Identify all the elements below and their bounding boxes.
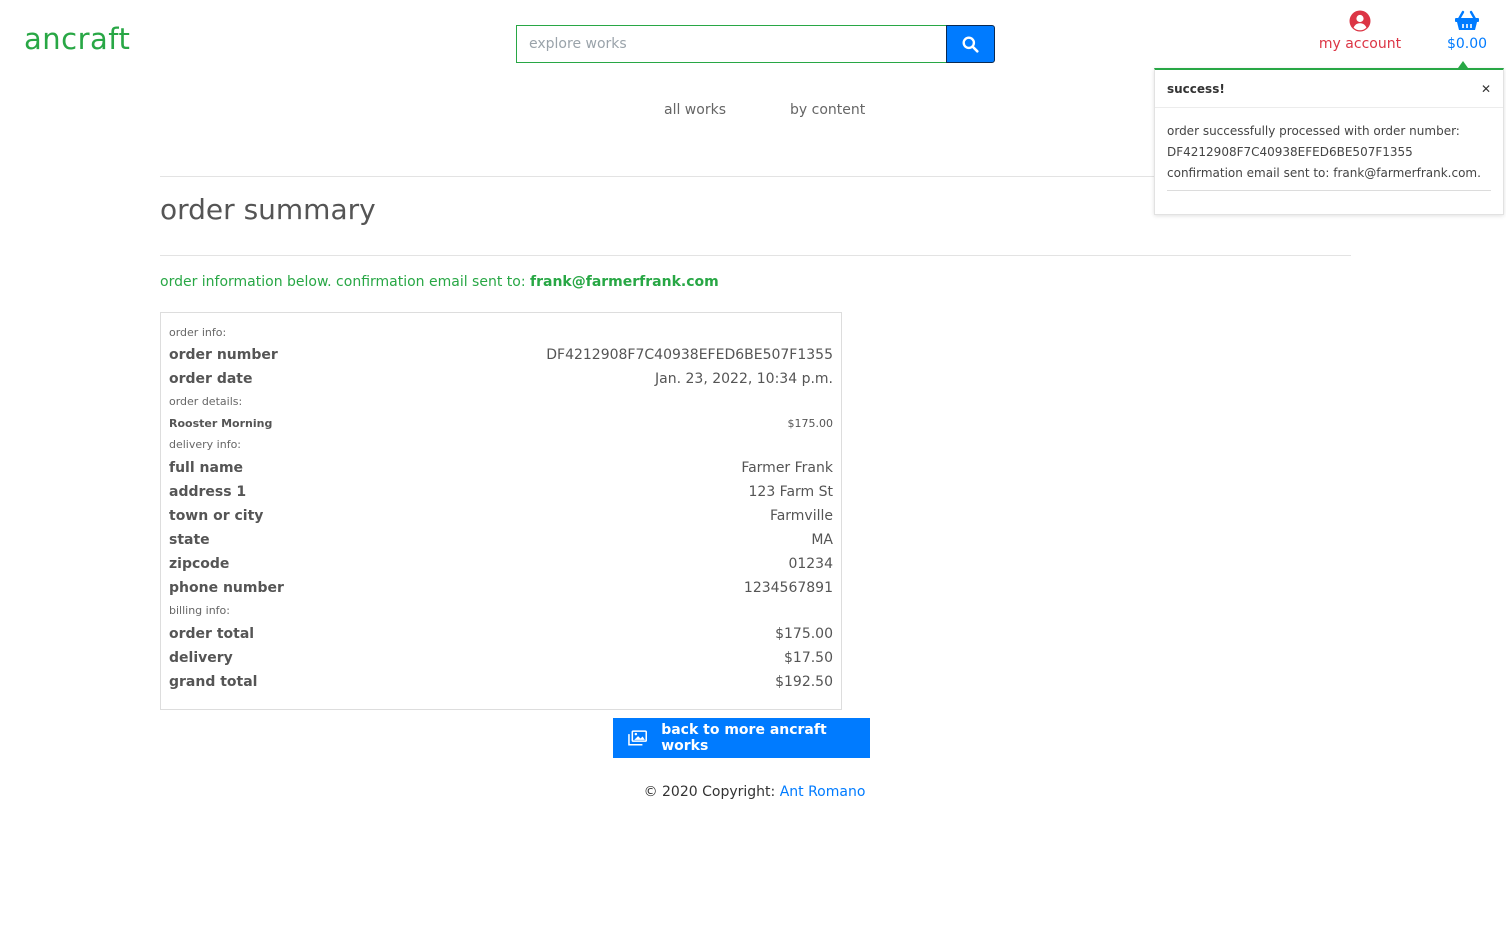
town-label: town or city <box>169 508 264 524</box>
section-label-order-info: order info: <box>169 326 227 339</box>
state-row: state MA <box>169 528 833 552</box>
nav-by-content[interactable]: by content <box>790 102 865 118</box>
grand-total-row: grand total $192.50 <box>169 670 833 694</box>
zipcode-label: zipcode <box>169 556 230 572</box>
toast-arrow <box>1458 61 1468 68</box>
section-label-delivery-info: delivery info: <box>169 438 242 451</box>
state-value: MA <box>811 532 833 548</box>
back-to-works-label: back to more ancraft works <box>661 722 827 754</box>
phone-row: phone number 1234567891 <box>169 576 833 600</box>
confirmation-email: frank@farmerfrank.com <box>530 274 719 290</box>
order-number-value: DF4212908F7C40938EFED6BE507F1355 <box>546 347 833 363</box>
cart-link[interactable]: $0.00 <box>1440 10 1494 52</box>
toast-email-line: confirmation email sent to: frank@farmer… <box>1167 166 1481 180</box>
user-circle-icon <box>1349 10 1371 32</box>
cart-total: $0.00 <box>1446 36 1488 52</box>
toast-order-number: DF4212908F7C40938EFED6BE507F1355 <box>1167 145 1413 159</box>
my-account-label: my account <box>1318 36 1402 52</box>
delivery-label: delivery <box>169 650 233 666</box>
order-total-label: order total <box>169 626 255 642</box>
zipcode-value: 01234 <box>788 556 833 572</box>
author-link[interactable]: Ant Romano <box>780 784 866 800</box>
phone-value: 1234567891 <box>743 580 833 596</box>
search-input[interactable] <box>516 25 946 63</box>
state-label: state <box>169 532 210 548</box>
back-to-works-button[interactable]: back to more ancraft works <box>613 718 870 758</box>
item-price: $175.00 <box>787 417 834 430</box>
search-button[interactable] <box>946 25 995 63</box>
item-name: Rooster Morning <box>169 417 273 430</box>
delivery-row: delivery $17.50 <box>169 646 833 670</box>
toast-header: success! ✕ <box>1155 70 1503 108</box>
page-title: order summary <box>160 193 376 226</box>
order-total-row: order total $175.00 <box>169 622 833 646</box>
toast-body: order successfully processed with order … <box>1155 108 1503 184</box>
nav-all-works[interactable]: all works <box>664 102 726 118</box>
confirmation-message: order information below. confirmation em… <box>160 274 719 290</box>
search-form <box>516 25 995 63</box>
success-toast: success! ✕ order successfully processed … <box>1154 61 1504 215</box>
order-item-row: Rooster Morning $175.00 <box>169 413 833 434</box>
town-row: town or city Farmville <box>169 504 833 528</box>
address1-value: 123 Farm St <box>748 484 834 500</box>
logo[interactable]: ancraft <box>24 22 130 56</box>
toast-message-line: order successfully processed with order … <box>1167 124 1460 138</box>
copyright-text: © 2020 Copyright: <box>643 784 776 800</box>
order-date-label: order date <box>169 371 253 387</box>
my-account-link[interactable]: my account <box>1312 10 1408 52</box>
order-number-label: order number <box>169 347 278 363</box>
address1-label: address 1 <box>169 484 247 500</box>
order-date-value: Jan. 23, 2022, 10:34 p.m. <box>655 371 833 387</box>
toast-divider <box>1167 190 1491 191</box>
order-number-row: order number DF4212908F7C40938EFED6BE507… <box>169 343 833 367</box>
delivery-value: $17.50 <box>784 650 833 666</box>
full-name-row: full name Farmer Frank <box>169 456 833 480</box>
section-label-order-details: order details: <box>169 395 243 408</box>
section-label-billing-info: billing info: <box>169 604 230 617</box>
phone-label: phone number <box>169 580 284 596</box>
zipcode-row: zipcode 01234 <box>169 552 833 576</box>
full-name-label: full name <box>169 460 244 476</box>
grand-total-label: grand total <box>169 674 258 690</box>
close-icon[interactable]: ✕ <box>1481 83 1491 95</box>
toast-title: success! <box>1167 81 1225 96</box>
images-icon <box>628 730 648 746</box>
order-total-value: $175.00 <box>775 626 833 642</box>
divider <box>160 255 1351 256</box>
search-icon <box>962 36 979 53</box>
footer: © 2020 Copyright: Ant Romano <box>0 784 1506 800</box>
order-date-row: order date Jan. 23, 2022, 10:34 p.m. <box>169 367 833 391</box>
grand-total-value: $192.50 <box>775 674 833 690</box>
confirmation-text: order information below. confirmation em… <box>160 274 526 290</box>
shopping-basket-icon <box>1455 10 1479 30</box>
full-name-value: Farmer Frank <box>741 460 833 476</box>
town-value: Farmville <box>769 508 833 524</box>
address1-row: address 1 123 Farm St <box>169 480 833 504</box>
order-summary-table: order info: order number DF4212908F7C409… <box>160 312 842 710</box>
